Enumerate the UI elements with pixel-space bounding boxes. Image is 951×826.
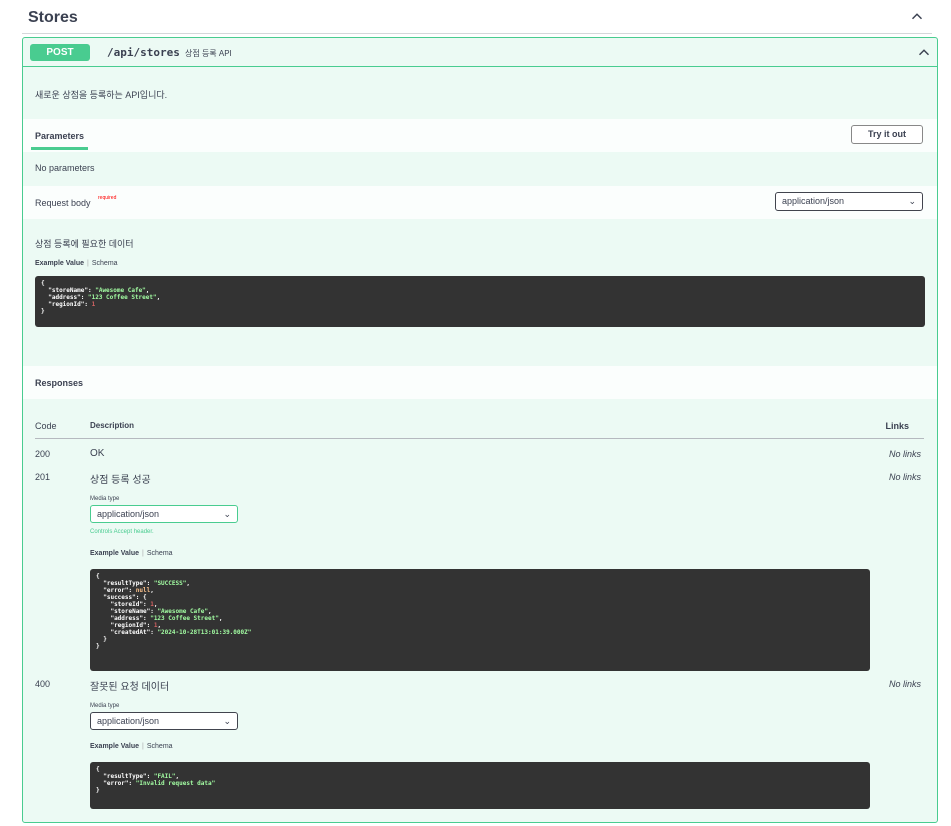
- response-example-tabs: Example Value | Schema: [90, 550, 173, 557]
- chevron-up-icon[interactable]: [915, 44, 933, 62]
- response-201-example-code: { "resultType": "SUCCESS", "error": null…: [90, 569, 870, 671]
- operation-block: POST /api/stores 상점 등록 API 새로운 상점을 등록하는 …: [22, 37, 938, 823]
- media-type-select[interactable]: application/json ⌄: [90, 712, 238, 730]
- required-marker: required: [98, 195, 117, 201]
- response-code: 200: [35, 449, 51, 459]
- media-type-value: application/json: [97, 716, 160, 726]
- tab-schema[interactable]: Schema: [92, 260, 118, 267]
- column-description: Description: [90, 421, 135, 430]
- column-links: Links: [885, 421, 909, 431]
- method-badge: POST: [30, 44, 90, 61]
- responses-header: Responses: [23, 366, 937, 399]
- responses-label: Responses: [35, 378, 84, 388]
- tab-parameters[interactable]: Parameters: [35, 131, 84, 141]
- media-type-value: application/json: [97, 509, 160, 519]
- tab-example-value[interactable]: Example Value: [90, 550, 139, 557]
- request-body-header: Request body required application/json ⌄: [23, 186, 937, 219]
- response-description: 상점 등록 성공: [90, 475, 151, 486]
- request-body-label: Request body: [35, 198, 91, 208]
- tab-example-value[interactable]: Example Value: [35, 260, 84, 267]
- response-code: 201: [35, 472, 51, 482]
- request-body-description: 상점 등록에 필요한 데이터: [35, 239, 134, 249]
- request-example-tabs: Example Value | Schema: [35, 260, 118, 267]
- request-example-code: { "storeName": "Awesome Cafe", "address"…: [35, 276, 925, 327]
- chevron-down-icon: ⌄: [223, 716, 231, 726]
- parameters-header: Parameters Try it out: [23, 119, 937, 152]
- section-header[interactable]: Stores: [22, 0, 932, 34]
- response-links: No links: [888, 472, 921, 482]
- content-type-select[interactable]: application/json ⌄: [775, 192, 923, 211]
- chevron-down-icon: ⌄: [908, 196, 916, 206]
- section-title: Stores: [28, 9, 78, 26]
- response-400-example-code: { "resultType": "FAIL", "error": "Invali…: [90, 762, 870, 809]
- operation-summary-text: 상점 등록 API: [185, 49, 232, 58]
- media-type-label: Media type: [90, 703, 120, 709]
- chevron-up-icon[interactable]: [908, 8, 926, 26]
- response-links: No links: [888, 679, 921, 689]
- response-description: 잘못된 요청 데이터: [90, 682, 170, 693]
- tab-schema[interactable]: Schema: [147, 550, 173, 557]
- response-example-tabs: Example Value | Schema: [90, 743, 173, 750]
- response-description: OK: [90, 448, 105, 459]
- chevron-down-icon: ⌄: [223, 509, 231, 519]
- operation-summary[interactable]: POST /api/stores 상점 등록 API: [23, 38, 937, 67]
- operation-description: 새로운 상점을 등록하는 API입니다.: [35, 90, 168, 100]
- media-type-select[interactable]: application/json ⌄: [90, 505, 238, 523]
- response-links: No links: [888, 449, 921, 459]
- no-parameters-text: No parameters: [35, 163, 95, 173]
- tab-example-value[interactable]: Example Value: [90, 743, 139, 750]
- media-type-label: Media type: [90, 496, 120, 502]
- tab-underline: [31, 147, 88, 150]
- table-divider: [35, 438, 924, 439]
- column-code: Code: [35, 421, 57, 431]
- content-type-value: application/json: [782, 196, 845, 206]
- tab-schema[interactable]: Schema: [147, 743, 173, 750]
- response-code: 400: [35, 679, 51, 689]
- operation-path: /api/stores: [107, 46, 180, 59]
- accept-header-note: Controls Accept header.: [90, 529, 154, 535]
- try-it-out-button[interactable]: Try it out: [851, 125, 923, 144]
